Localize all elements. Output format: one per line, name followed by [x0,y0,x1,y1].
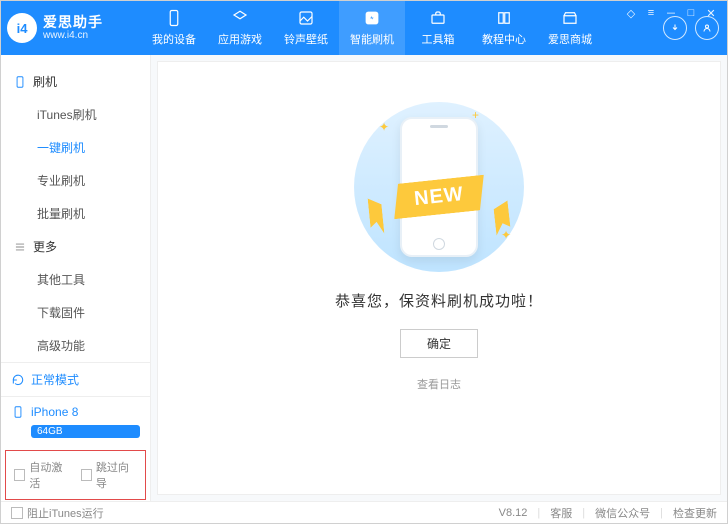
checkbox-label: 阻止iTunes运行 [27,505,104,521]
ok-button[interactable]: 确定 [400,329,478,358]
success-message: 恭喜您，保资料刷机成功啦！ [335,290,543,311]
footer-link-update[interactable]: 检查更新 [673,505,717,521]
nav-label: 智能刷机 [350,31,394,47]
tshirt-icon[interactable]: ◇ [624,6,638,20]
device-mode-label: 正常模式 [31,371,79,388]
device-mode[interactable]: 正常模式 [1,363,150,397]
checkbox-block-itunes[interactable]: 阻止iTunes运行 [11,505,104,521]
sidebar-item-oneclick-flash[interactable]: 一键刷机 [1,131,150,164]
view-log-link[interactable]: 查看日志 [417,376,461,392]
phone-icon [13,75,27,89]
sidebar-group-flash: 刷机 [1,65,150,98]
logo-badge-icon: i4 [7,13,37,43]
phone-icon [11,405,25,419]
nav-label: 应用游戏 [218,31,262,47]
sidebar-item-batch-flash[interactable]: 批量刷机 [1,197,150,230]
sidebar-item-pro-flash[interactable]: 专业刷机 [1,164,150,197]
sidebar-item-itunes-flash[interactable]: iTunes刷机 [1,98,150,131]
checkbox-label: 自动激活 [29,459,70,491]
footer-link-wechat[interactable]: 微信公众号 [595,505,650,521]
checkbox-label: 跳过向导 [96,459,137,491]
maximize-icon[interactable]: □ [684,6,698,20]
nav-label: 教程中心 [482,31,526,47]
app-logo: i4 爱思助手 www.i4.cn [7,13,141,43]
device-info[interactable]: iPhone 8 64GB [1,397,150,446]
apps-icon [231,9,249,27]
minimize-icon[interactable]: － [664,6,678,20]
brand-name: 爱思助手 [43,15,103,30]
nav-label: 我的设备 [152,31,196,47]
checkbox-icon [14,469,25,481]
sidebar-group-label: 刷机 [33,73,57,90]
sidebar-item-advanced[interactable]: 高级功能 [1,329,150,362]
sidebar-group-label: 更多 [33,238,57,255]
media-icon [297,9,315,27]
store-icon [561,9,579,27]
checkbox-skip-guide[interactable]: 跳过向导 [81,459,138,491]
device-icon [165,9,183,27]
status-bar: 阻止iTunes运行 V8.12 | 客服 | 微信公众号 | 检查更新 [1,501,727,523]
device-name-label: iPhone 8 [31,405,78,419]
nav-store[interactable]: 爱思商城 [537,1,603,55]
close-icon[interactable]: ✕ [704,6,718,20]
nav-smart-flash[interactable]: 智能刷机 [339,1,405,55]
sidebar-item-download-firmware[interactable]: 下载固件 [1,296,150,329]
nav-apps-games[interactable]: 应用游戏 [207,1,273,55]
book-icon [495,9,513,27]
nav-ringtones-wallpapers[interactable]: 铃声壁纸 [273,1,339,55]
checkbox-auto-activate[interactable]: 自动激活 [14,459,71,491]
list-icon [13,240,27,254]
device-storage-badge: 64GB [31,425,140,438]
nav-toolbox[interactable]: 工具箱 [405,1,471,55]
main-panel: ✦ + ✦ NEW 恭喜您，保资料刷机成功啦！ 确定 查看日志 [151,55,727,501]
checkbox-icon [81,469,92,481]
sidebar-item-other-tools[interactable]: 其他工具 [1,263,150,296]
nav-label: 爱思商城 [548,31,592,47]
version-label: V8.12 [499,507,528,519]
nav-tutorials[interactable]: 教程中心 [471,1,537,55]
success-illustration: ✦ + ✦ NEW [349,102,529,272]
checkbox-icon [11,507,23,519]
nav-label: 铃声壁纸 [284,31,328,47]
nav-label: 工具箱 [422,31,455,47]
footer-link-support[interactable]: 客服 [550,505,572,521]
top-nav: 我的设备 应用游戏 铃声壁纸 智能刷机 工具箱 教程中心 爱思商城 [141,1,603,55]
sidebar: 刷机 iTunes刷机 一键刷机 专业刷机 批量刷机 更多 其他工具 下载固件 … [1,55,151,501]
options-highlighted: 自动激活 跳过向导 [5,450,146,500]
brand-site: www.i4.cn [43,30,103,41]
sidebar-group-more: 更多 [1,230,150,263]
toolbox-icon [429,9,447,27]
refresh-icon [11,373,25,387]
menu-icon[interactable]: ≡ [644,6,658,20]
nav-my-device[interactable]: 我的设备 [141,1,207,55]
flash-icon [363,9,381,27]
